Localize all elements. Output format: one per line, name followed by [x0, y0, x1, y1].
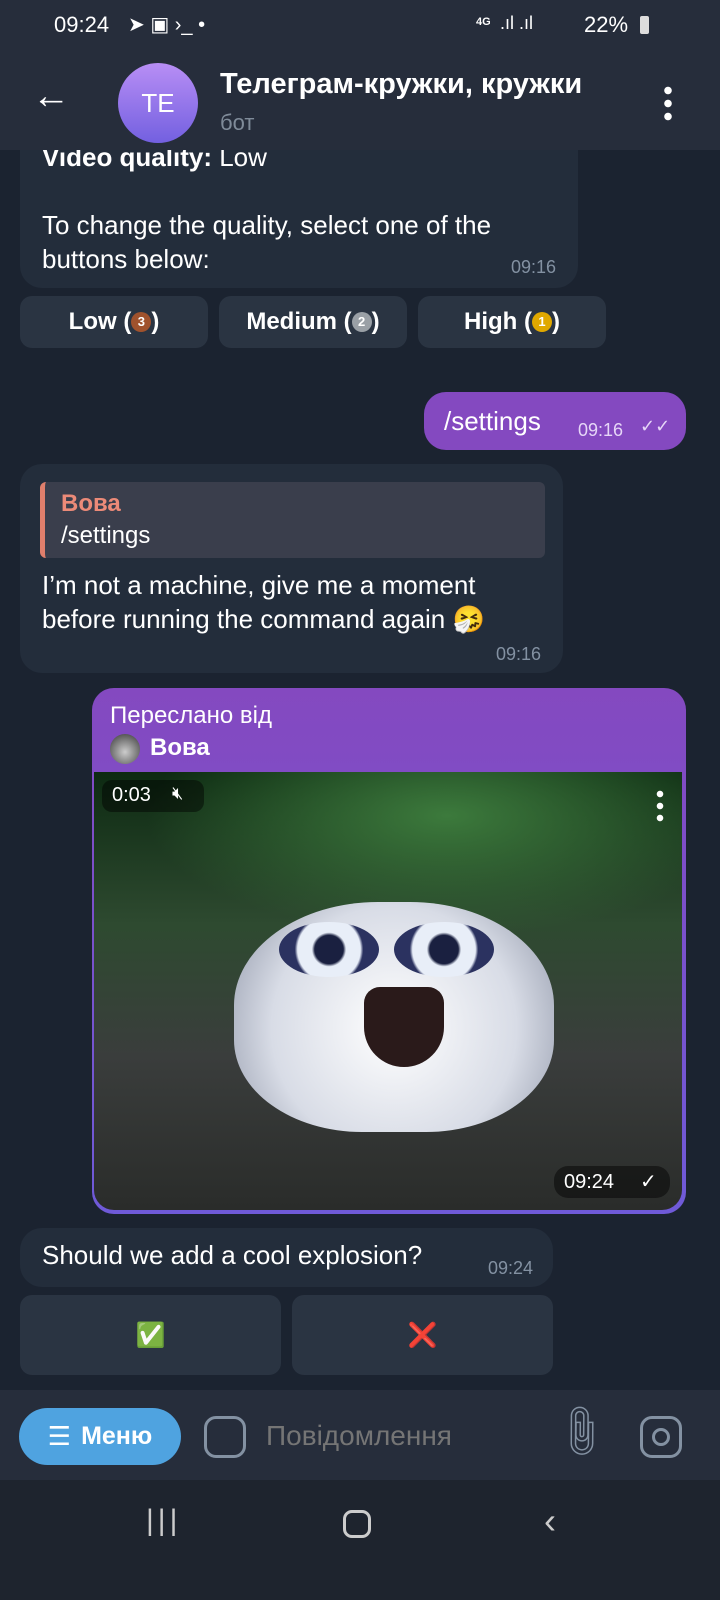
quality-low-button[interactable]: Low (3) [20, 296, 208, 348]
status-bar: 09:24 ➤ ▣ ›_ • 4G .ıl .ıl 22% [0, 0, 720, 50]
message-forwarded-video: Переслано від Вова 0:03 🔇︎ 09:24 ✓ [92, 688, 686, 1214]
notification-icons: ➤ ▣ ›_ • [128, 14, 206, 36]
video-duration: 0:03 [112, 784, 151, 806]
chat-subtitle: бот [220, 110, 255, 135]
back-arrow-icon[interactable]: ← [32, 76, 70, 116]
attach-icon[interactable]: 📎︎ [548, 1399, 613, 1464]
more-menu-icon[interactable] [664, 84, 672, 124]
sticker-icon[interactable] [204, 1416, 246, 1458]
bird-mouth [364, 987, 444, 1067]
signal-icon: .ıl .ıl [500, 13, 534, 33]
recent-apps-icon[interactable]: ||| [146, 1504, 181, 1538]
message-time: 09:24 [564, 1171, 615, 1193]
message-text: To change the quality, select one of the… [42, 210, 492, 274]
status-time: 09:24 [54, 12, 110, 37]
battery-icon [640, 16, 649, 34]
menu-button[interactable]: ☰ Меню [19, 1408, 181, 1465]
message-time: 09:24 [487, 1258, 533, 1278]
video-player[interactable]: 0:03 🔇︎ 09:24 ✓ [94, 772, 682, 1210]
forward-author[interactable]: Вова [150, 734, 210, 762]
reply-quote[interactable]: Вова /settings [40, 482, 545, 558]
message-text: I’m not a machine, give me a moment befo… [42, 570, 485, 634]
menu-label: Меню [81, 1422, 153, 1450]
chat-header: ← TE Телеграм-кружки, кружки бот [0, 50, 720, 150]
battery-text: 22% [584, 12, 629, 37]
gold-medal-icon: 1 [531, 312, 552, 332]
system-nav-bar: ||| ‹ [0, 1480, 720, 1600]
hamburger-icon: ☰ [47, 1421, 72, 1451]
message-reply: Вова /settings I’m not a machine, give m… [20, 464, 563, 673]
video-duration-badge: 0:03 🔇︎ [102, 780, 204, 812]
double-check-icon: ✓✓ [640, 416, 671, 436]
quote-author: Вова [61, 490, 121, 517]
quality-high-button[interactable]: High (1) [418, 296, 606, 348]
message-settings: /settings 09:16 ✓✓ [424, 392, 686, 450]
avatar[interactable]: TE [118, 63, 198, 143]
silver-medal-icon: 2 [351, 312, 372, 332]
check-icon: ✓ [640, 1171, 657, 1193]
message-time: 09:16 [578, 420, 624, 440]
bird-eye [394, 922, 494, 977]
video-time-badge: 09:24 ✓ [554, 1166, 670, 1198]
back-icon[interactable]: ‹ [544, 1500, 556, 1542]
message-input[interactable] [266, 1412, 536, 1460]
quote-text: /settings [61, 522, 151, 549]
bird-eye [279, 922, 379, 977]
answer-yes-button[interactable]: ✅ [20, 1295, 281, 1375]
quality-medium-button[interactable]: Medium (2) [219, 296, 407, 348]
forwarded-label: Переслано від [110, 702, 272, 729]
bronze-medal-icon: 3 [131, 312, 152, 332]
message-question: Should we add a cool explosion? 09:24 [20, 1228, 553, 1287]
message-text: /settings [444, 406, 541, 436]
muted-icon[interactable]: 🔇︎ [172, 783, 183, 804]
home-icon[interactable] [343, 1510, 371, 1538]
forward-author-avatar [110, 734, 140, 764]
network-icon: 4G [476, 16, 491, 28]
answer-no-button[interactable]: ❌ [292, 1295, 553, 1375]
message-time: 09:16 [510, 257, 556, 277]
input-bar: ☰ Меню 📎︎ [0, 1390, 720, 1480]
message-time: 09:16 [495, 644, 541, 664]
video-more-icon[interactable] [656, 788, 664, 824]
video-message-icon[interactable] [640, 1416, 682, 1458]
chat-title[interactable]: Телеграм-кружки, кружки [220, 68, 630, 101]
message-text: Should we add a cool explosion? [42, 1240, 423, 1270]
